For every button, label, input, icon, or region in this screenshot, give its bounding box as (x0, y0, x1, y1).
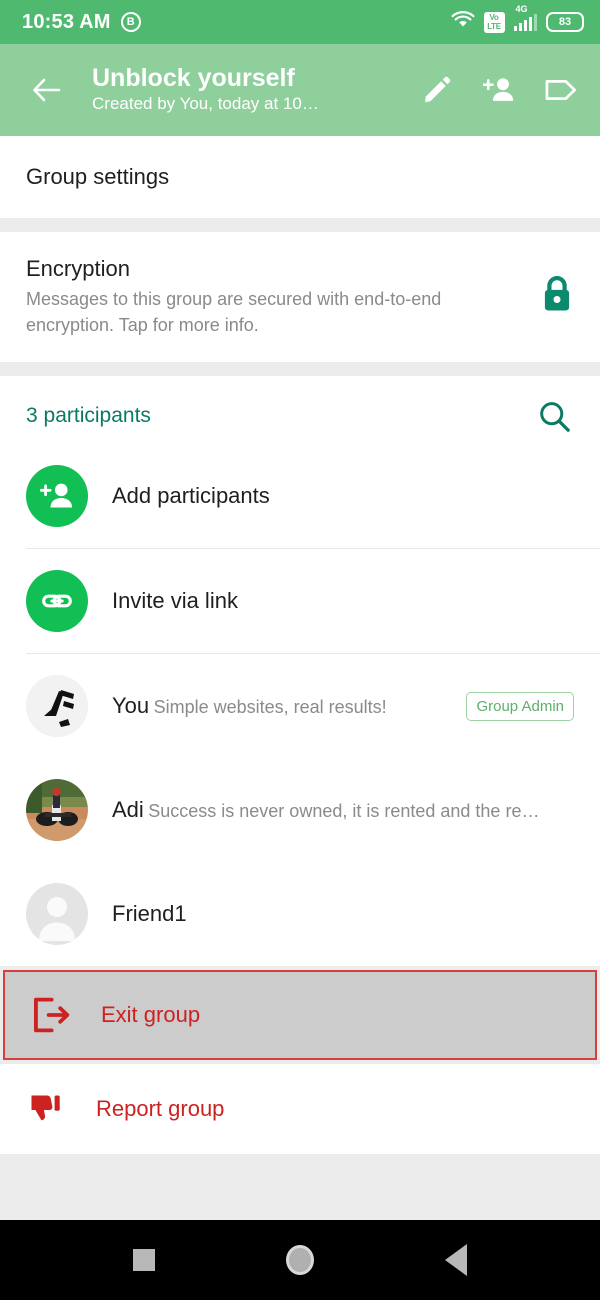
participant-row-you[interactable]: You Simple websites, real results! Group… (0, 654, 600, 758)
lock-icon (544, 275, 570, 310)
encryption-section: Encryption Messages to this group are se… (0, 232, 600, 362)
link-icon-circle (26, 570, 88, 632)
status-bar-right: Vo LTE 4G 83 (451, 4, 584, 35)
avatar (26, 883, 88, 945)
edit-icon (425, 76, 451, 103)
participant-text: You Simple websites, real results! (88, 691, 466, 721)
group-settings-section: Group settings (0, 136, 600, 218)
encryption-text: Encryption Messages to this group are se… (26, 254, 526, 338)
encryption-title: Encryption (26, 256, 130, 281)
participant-status: Success is never owned, it is rented and… (148, 801, 540, 821)
participant-text: Friend1 (88, 899, 574, 929)
participant-row-adi[interactable]: Adi Success is never owned, it is rented… (0, 758, 600, 862)
phone-screen: 10:53 AM B Vo LTE 4G 83 Unblock yourself… (0, 0, 600, 1300)
back-button[interactable] (26, 70, 66, 110)
volte-icon: Vo LTE (483, 11, 505, 33)
search-icon (540, 402, 570, 432)
search-participants-button[interactable] (534, 396, 574, 436)
signal-icon: 4G (513, 4, 537, 31)
participant-row-friend1[interactable]: Friend1 (0, 862, 600, 966)
section-divider (0, 218, 600, 232)
add-person-icon (40, 483, 73, 508)
participants-section: 3 participants Add participants Invite v… (0, 376, 600, 966)
default-person-avatar (26, 883, 88, 945)
tag-icon (545, 80, 576, 100)
participant-status: Simple websites, real results! (153, 697, 387, 717)
exit-group-row[interactable]: Exit group (5, 972, 595, 1058)
page-subtitle: Created by You, today at 10… (92, 94, 319, 113)
bottom-filler (0, 1154, 600, 1214)
encryption-row[interactable]: Encryption Messages to this group are se… (0, 232, 600, 362)
participants-header: 3 participants (0, 376, 600, 444)
back-arrow-icon (33, 78, 61, 102)
exit-icon (34, 997, 70, 1033)
system-nav-bar (0, 1220, 600, 1300)
participant-name: Friend1 (112, 901, 187, 926)
add-participants-label: Add participants (112, 483, 270, 508)
report-group-section: Report group (0, 1064, 600, 1154)
add-person-icon-circle (26, 465, 88, 527)
participant-name: Adi (112, 797, 144, 822)
app-bar: Unblock yourself Created by You, today a… (0, 44, 600, 136)
page-title: Unblock yourself (92, 64, 295, 92)
add-member-button[interactable] (482, 73, 516, 107)
add-participants-row[interactable]: Add participants (0, 444, 600, 548)
avatar (26, 675, 88, 737)
wifi-icon (451, 10, 475, 35)
participants-count: 3 participants (26, 404, 151, 427)
invite-via-link-label: Invite via link (112, 588, 238, 613)
status-clock: 10:53 AM (22, 10, 111, 33)
section-divider-2 (0, 362, 600, 376)
recents-button[interactable] (116, 1232, 172, 1288)
group-settings-label: Group settings (26, 164, 170, 189)
encryption-lock (526, 275, 574, 318)
whatsapp-notification-icon: B (120, 12, 141, 32)
avatar (26, 779, 88, 841)
recents-square-icon (133, 1249, 155, 1271)
status-badge: Group Admin (466, 691, 574, 721)
home-button[interactable] (272, 1232, 328, 1288)
status-bar: 10:53 AM B Vo LTE 4G 83 (0, 0, 600, 44)
exit-icon-wrap (31, 996, 85, 1034)
thumbs-down-icon (31, 1095, 60, 1121)
edit-button[interactable] (420, 73, 454, 107)
thumbs-down-icon-wrap (26, 1091, 80, 1127)
link-icon (42, 594, 72, 608)
app-bar-actions (420, 73, 582, 107)
app-bar-titles: Unblock yourself Created by You, today a… (66, 63, 420, 117)
report-group-row[interactable]: Report group (0, 1064, 600, 1154)
status-bar-left: 10:53 AM B (22, 11, 141, 34)
add-member-icon (483, 78, 514, 101)
nav-back-button[interactable] (428, 1232, 484, 1288)
logo-avatar (26, 675, 88, 737)
network-type-label: 4G (515, 3, 528, 14)
group-settings-row[interactable]: Group settings (0, 136, 600, 218)
photo-avatar (26, 779, 88, 841)
battery-icon: 83 (546, 12, 584, 32)
exit-group-label: Exit group (101, 1002, 201, 1027)
invite-via-link-row[interactable]: Invite via link (0, 549, 600, 653)
back-triangle-icon (445, 1244, 467, 1276)
participant-text: Adi Success is never owned, it is rented… (88, 795, 574, 825)
label-button[interactable] (544, 73, 578, 107)
home-circle-icon (286, 1245, 314, 1275)
participant-name: You (112, 693, 150, 718)
exit-group-highlight: Exit group (3, 970, 597, 1060)
encryption-description: Messages to this group are secured with … (26, 289, 442, 335)
exit-group-highlight-wrapper: Exit group (0, 966, 600, 1064)
report-group-label: Report group (96, 1096, 225, 1121)
